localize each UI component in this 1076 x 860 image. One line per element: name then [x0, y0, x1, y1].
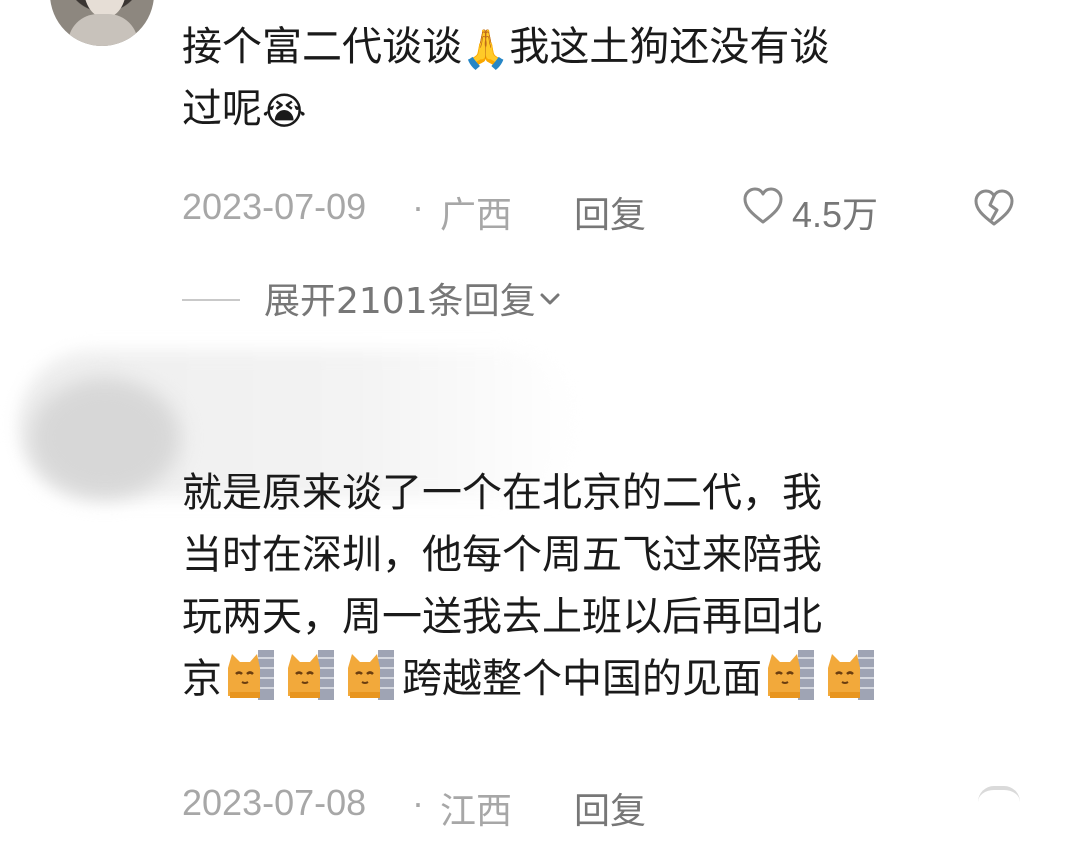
pray-emoji-icon: 🙏 [462, 27, 510, 71]
comment-2-line-1: 就是原来谈了一个在北京的二代，我 [182, 470, 822, 516]
comment-2-reply-button[interactable]: 回复 [574, 782, 646, 834]
chevron-down-icon [540, 293, 560, 305]
comment-1-line-2-text-a: 过呢 [182, 86, 262, 132]
expand-divider-line [182, 299, 240, 301]
broken-heart-icon[interactable] [972, 188, 1016, 228]
comment-2-location: 江西 [440, 790, 513, 831]
comment-2-separator: · [412, 782, 424, 823]
comment-2-line-3: 玩两天，周一送我去上班以后再回北 [182, 594, 822, 640]
cat-peeking-wall-icon [288, 650, 334, 700]
comment-2-avatar[interactable] [30, 378, 180, 498]
heart-outline-icon [743, 187, 783, 224]
comment-1-like-button[interactable]: 4.5万 [742, 186, 878, 235]
comment-2-text: 就是原来谈了一个在北京的二代，我 当时在深圳，他每个周五飞过来陪我 玩两天，周一… [182, 462, 1022, 710]
cat-peeking-wall-icon [228, 650, 274, 700]
cat-peeking-wall-icon [828, 650, 874, 700]
comment-1-avatar[interactable] [50, 0, 154, 46]
comment-1-line-1-text-b: 我这土狗还没有谈 [509, 24, 830, 70]
expand-replies-button[interactable]: 展开2101条回复 [182, 272, 562, 322]
comment-2-line-4-a: 京 [182, 656, 222, 702]
comment-1-date: 2023-07-09 [182, 186, 367, 227]
comment-1-separator: · [412, 186, 424, 227]
comment-1-line-1-text-a: 接个富二代谈谈 [182, 24, 462, 70]
crying-emoji-icon: 😭 [262, 89, 307, 133]
comment-1-meta-row: 2023-07-09 · 广西 回复 4.5万 [182, 186, 1042, 235]
comment-1-like-count: 4.5万 [792, 194, 879, 235]
comment-2-line-2: 当时在深圳，他每个周五飞过来陪我 [182, 532, 822, 578]
cat-peeking-wall-icon [768, 650, 814, 700]
comment-2-dislike-icon-partial[interactable] [978, 786, 1020, 802]
comment-1-text: 接个富二代谈谈🙏我这土狗还没有谈 过呢😭 [182, 16, 1022, 140]
comment-1-reply-button[interactable]: 回复 [574, 186, 646, 238]
comment-2-line-4-b: 跨越整个中国的见面 [402, 656, 762, 702]
cat-peeking-wall-icon [348, 650, 394, 700]
comment-2-date: 2023-07-08 [182, 782, 367, 823]
expand-replies-label: 展开2101条回复 [264, 281, 536, 322]
comment-2-meta-row: 2023-07-08 · 江西 回复 [182, 782, 1042, 831]
comment-1-location: 广西 [440, 194, 513, 235]
